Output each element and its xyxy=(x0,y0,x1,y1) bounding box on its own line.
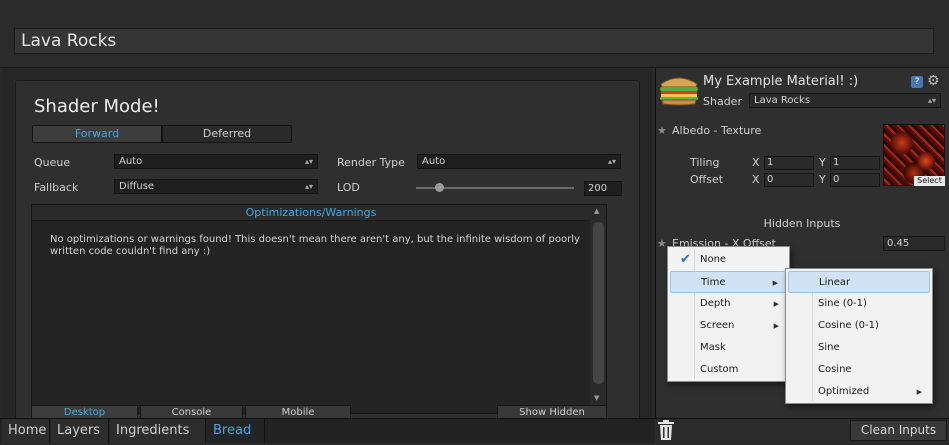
queue-label: Queue xyxy=(34,156,71,169)
menu-item-cosine[interactable]: Cosine xyxy=(788,359,930,381)
menu-item-label: Sine (0-1) xyxy=(818,298,867,309)
star-icon[interactable]: ★ xyxy=(657,124,667,137)
render-type-value: Auto xyxy=(422,156,446,167)
submenu-arrow-icon: ▶ xyxy=(773,300,779,308)
nav-home[interactable]: Home xyxy=(2,419,50,443)
time-submenu: Linear Sine (0-1) Cosine (0-1) Sine Cosi… xyxy=(785,268,933,404)
check-icon: ✔ xyxy=(680,252,691,267)
updown-arrow-icon: ▴▾ xyxy=(304,182,313,191)
updown-arrow-icon: ▴▾ xyxy=(607,157,616,166)
optimizations-message: No optimizations or warnings found! This… xyxy=(50,234,580,257)
menu-item-time[interactable]: Time ▶ xyxy=(670,271,787,293)
shader-label: Shader xyxy=(703,95,742,108)
hidden-inputs-heading: Hidden Inputs xyxy=(763,217,841,230)
fallback-dropdown[interactable]: Diffuse ▴▾ xyxy=(114,179,318,194)
help-icon[interactable]: ? xyxy=(911,76,923,88)
tab-mobile[interactable]: Mobile xyxy=(245,405,351,419)
submenu-arrow-icon: ▶ xyxy=(773,322,779,330)
nav-ingredients[interactable]: Ingredients xyxy=(110,419,206,443)
shader-name-field[interactable]: Lava Rocks xyxy=(14,28,934,54)
menu-item-label: Custom xyxy=(700,364,739,375)
texture-select-button[interactable]: Select xyxy=(914,176,945,186)
menu-item-sine-01[interactable]: Sine (0-1) xyxy=(788,293,930,315)
tiling-x-field[interactable]: 1 xyxy=(764,156,814,170)
menu-item-label: Cosine xyxy=(818,364,852,375)
menu-item-optimized[interactable]: Optimized ▶ xyxy=(788,381,930,403)
tiling-y-field[interactable]: 1 xyxy=(830,156,880,170)
nav-bread[interactable]: Bread xyxy=(207,419,265,443)
tab-deferred[interactable]: Deferred xyxy=(162,125,292,143)
menu-item-none[interactable]: ✔ None xyxy=(670,249,787,271)
menu-item-label: Linear xyxy=(819,277,851,288)
menu-item-label: Time xyxy=(701,277,726,288)
nav-layers[interactable]: Layers xyxy=(51,419,109,443)
tab-desktop[interactable]: Desktop xyxy=(31,405,138,419)
scroll-down-icon[interactable]: ▼ xyxy=(594,394,599,402)
offset-y-label: Y xyxy=(819,173,826,186)
offset-x-field[interactable]: 0 xyxy=(764,173,814,187)
queue-dropdown[interactable]: Auto ▴▾ xyxy=(114,154,318,169)
updown-arrow-icon: ▴▾ xyxy=(304,157,313,166)
scroll-up-icon[interactable]: ▲ xyxy=(594,207,599,215)
input-type-menu: ✔ None Time ▶ Depth ▶ Screen ▶ Mask Cust… xyxy=(667,246,790,382)
tab-forward[interactable]: Forward xyxy=(32,125,162,143)
menu-item-label: Depth xyxy=(700,298,731,309)
clean-inputs-button[interactable]: Clean Inputs xyxy=(850,420,947,441)
shader-value: Lava Rocks xyxy=(754,95,811,106)
lod-label: LOD xyxy=(337,181,360,194)
menu-item-sine[interactable]: Sine xyxy=(788,337,930,359)
submenu-arrow-icon: ▶ xyxy=(916,388,922,396)
menu-item-linear[interactable]: Linear xyxy=(788,271,930,293)
menu-item-depth[interactable]: Depth ▶ xyxy=(670,293,787,315)
show-hidden-button[interactable]: Show Hidden xyxy=(497,405,607,419)
emission-value-field[interactable]: 0.45 xyxy=(883,236,945,251)
optimizations-header: Optimizations/Warnings xyxy=(32,205,590,221)
menu-item-label: Sine xyxy=(818,342,840,353)
trash-icon[interactable] xyxy=(657,420,675,441)
menu-item-cosine-01[interactable]: Cosine (0-1) xyxy=(788,315,930,337)
scrollbar-thumb[interactable] xyxy=(593,222,604,384)
tiling-label: Tiling xyxy=(690,156,720,169)
menu-item-mask[interactable]: Mask xyxy=(670,337,787,359)
offset-x-label: X xyxy=(752,173,760,186)
fallback-value: Diffuse xyxy=(119,181,155,192)
queue-value: Auto xyxy=(119,156,143,167)
menu-item-label: Screen xyxy=(700,320,735,331)
star-icon[interactable]: ★ xyxy=(657,237,667,250)
menu-item-screen[interactable]: Screen ▶ xyxy=(670,315,787,337)
sandwich-icon xyxy=(658,70,700,106)
tab-console[interactable]: Console xyxy=(140,405,243,419)
lod-value-field[interactable]: 200 xyxy=(584,181,622,196)
shader-dropdown[interactable]: Lava Rocks ▴▾ xyxy=(749,93,941,108)
submenu-arrow-icon: ▶ xyxy=(772,279,778,287)
menu-item-label: Optimized xyxy=(818,386,870,397)
fallback-label: Fallback xyxy=(34,181,79,194)
menu-item-custom[interactable]: Custom xyxy=(670,359,787,381)
menu-item-label: None xyxy=(700,254,727,265)
updown-arrow-icon: ▴▾ xyxy=(927,96,936,105)
offset-label: Offset xyxy=(690,173,724,186)
render-type-dropdown[interactable]: Auto ▴▾ xyxy=(417,154,621,169)
gear-icon[interactable]: ⚙ xyxy=(927,73,940,89)
tiling-x-label: X xyxy=(752,156,760,169)
menu-item-label: Cosine (0-1) xyxy=(818,320,879,331)
menu-item-label: Mask xyxy=(700,342,726,353)
render-type-label: Render Type xyxy=(337,156,405,169)
offset-y-field[interactable]: 0 xyxy=(830,173,880,187)
material-name: My Example Material! :) xyxy=(703,74,859,89)
tiling-y-label: Y xyxy=(819,156,826,169)
shader-mode-title: Shader Mode! xyxy=(34,96,160,117)
albedo-label: Albedo - Texture xyxy=(672,124,762,137)
